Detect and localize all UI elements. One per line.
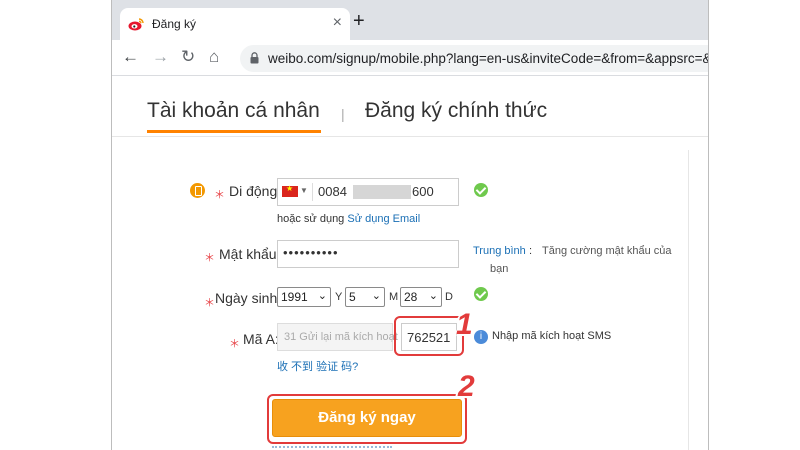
tab-official-registration[interactable]: Đăng ký chính thức [365,99,547,123]
required-mark: ＊ [229,338,240,350]
year-select[interactable]: 1991 ⌄ [277,287,331,307]
month-unit: M [389,291,399,303]
active-tab-underline [147,130,321,133]
chevron-down-icon[interactable]: ▼ [300,186,308,195]
sms-code-hint: Nhập mã kích hoạt SMS [492,330,612,342]
form-border [688,150,689,450]
password-value: •••••••••• [283,245,339,260]
required-mark: ＊ [204,252,215,264]
chevron-down-icon: ⌄ [428,290,438,302]
alt-signup-text: hoặc sử dụng Sử dụng Email [277,213,420,225]
alt-signup-prefix: hoặc sử dụng [277,213,348,225]
register-now-button[interactable]: Đăng ký ngay [272,399,462,437]
resend-code-text: 31 Gửi lại mã kích hoạt [284,331,398,343]
month-select[interactable]: 5 ⌄ [345,287,385,307]
phone-icon [190,183,205,198]
home-icon[interactable]: ⌂ [209,47,219,67]
annotation-highlight-code [394,316,464,356]
browser-tab[interactable]: Đăng ký × [120,8,350,40]
code-label: Mã A: [243,331,279,347]
chevron-down-icon: ⌄ [371,290,381,302]
day-unit: D [445,291,453,303]
vietnam-flag-icon[interactable] [282,184,298,197]
resend-code-button[interactable]: 31 Gửi lại mã kích hoạt [277,323,398,351]
phone-label: Di động: [229,183,282,199]
year-value: 1991 [281,290,308,304]
password-strength: Trung bình [473,245,526,257]
day-select[interactable]: 28 ⌄ [400,287,442,307]
phone-number-tail: 600 [412,184,434,199]
step-1-marker: 1 [456,308,473,341]
password-tip: Tăng cường mật khẩu của [542,245,672,257]
reload-icon[interactable]: ↻ [181,47,195,67]
browser-toolbar: ← → ↻ ⌂ weibo.com/signup/mobile.php?lang… [112,40,709,76]
back-arrow-icon[interactable]: ← [122,47,139,67]
footer-link [272,446,392,450]
phone-input[interactable]: ▼ 0084 600 [277,178,459,206]
lock-icon [250,52,259,64]
required-mark: ＊ [204,297,215,309]
required-mark: ＊ [214,189,225,201]
blurred-number [353,185,411,199]
forward-arrow-icon[interactable]: → [152,47,169,67]
browser-window: Đăng ký × + ← → ↻ ⌂ weibo.com/signup/mob… [111,0,709,450]
password-input[interactable]: •••••••••• [277,240,459,268]
divider [112,136,708,137]
use-email-link[interactable]: Sử dụng Email [347,213,420,225]
day-value: 28 [404,290,418,304]
strength-colon: : [529,245,533,257]
close-tab-icon[interactable]: × [333,14,342,32]
tab-separator: | [341,106,345,122]
divider [312,183,313,201]
signup-page: Tài khoản cá nhân | Đăng ký chính thức ＊… [112,76,708,450]
check-icon [474,183,488,197]
password-tip-line2: bạn [490,263,509,275]
year-unit: Y [335,291,343,303]
chevron-down-icon: ⌄ [317,290,327,302]
month-value: 5 [349,290,356,304]
address-bar[interactable]: weibo.com/signup/mobile.php?lang=en-us&i… [240,45,709,72]
tab-personal-account[interactable]: Tài khoản cá nhân [147,99,320,123]
url-text: weibo.com/signup/mobile.php?lang=en-us&i… [268,51,709,66]
check-icon [474,287,488,301]
birthday-label: Ngày sinh: [215,290,282,306]
step-2-marker: 2 [458,370,475,403]
no-code-link[interactable]: 收 不到 验证 码? [277,358,358,374]
tab-strip: Đăng ký × + [112,0,708,40]
country-code: 0084 [318,184,347,199]
tab-title: Đăng ký [152,17,197,31]
weibo-logo-icon [128,18,144,31]
info-icon: i [474,330,488,344]
password-label: Mật khẩu: [219,246,281,262]
new-tab-button[interactable]: + [353,11,365,31]
